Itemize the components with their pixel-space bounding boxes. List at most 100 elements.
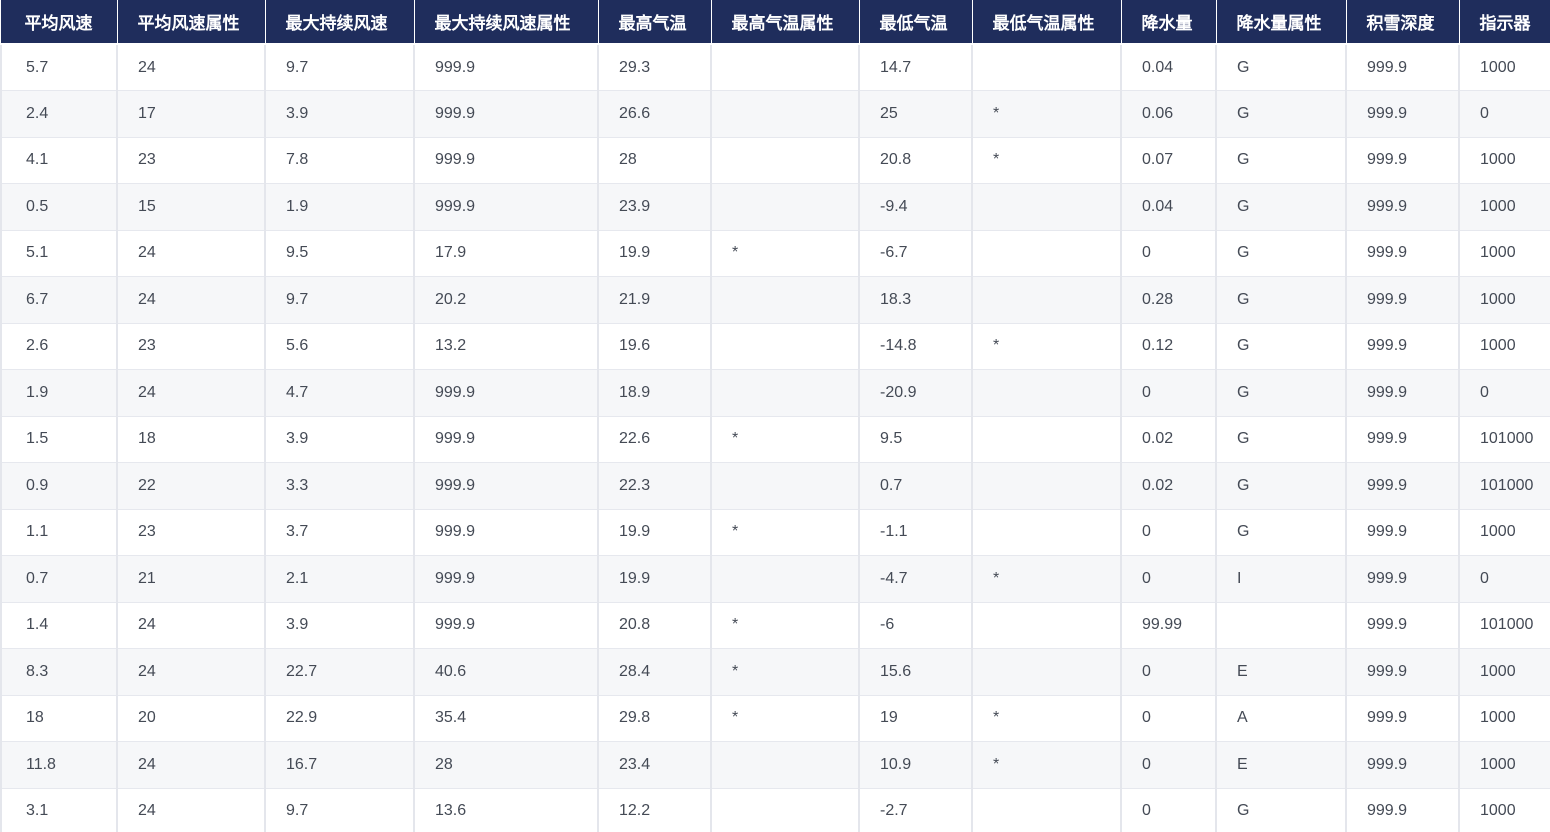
- cell-min-temp: 18.3: [859, 276, 973, 324]
- column-header-indicator[interactable]: 指示器: [1459, 0, 1550, 45]
- cell-max-sustained-wind-attr: 999.9: [414, 509, 599, 556]
- cell-min-temp-attr: [972, 648, 1122, 696]
- cell-precipitation-attr: G: [1216, 323, 1347, 370]
- header-row: 平均风速 平均风速属性 最大持续风速 最大持续风速属性 最高气温 最高气温属性 …: [0, 0, 1550, 45]
- cell-snow-depth: 999.9: [1346, 602, 1460, 649]
- column-header-max-sustained-wind[interactable]: 最大持续风速: [265, 0, 415, 45]
- cell-avg-wind-speed: 3.1: [0, 788, 118, 832]
- cell-avg-wind-speed-attr: 24: [117, 648, 266, 696]
- table-row[interactable]: 1.4 24 3.9 999.9 20.8 * -6 99.99 999.9 101000: [0, 602, 1550, 649]
- cell-min-temp-attr: [972, 509, 1122, 556]
- cell-min-temp: -6: [859, 602, 973, 649]
- table-row[interactable]: 3.1 24 9.7 13.6 12.2 -2.7 0 G 999.9 1000: [0, 788, 1550, 832]
- cell-min-temp-attr: [972, 416, 1122, 463]
- cell-snow-depth: 999.9: [1346, 555, 1460, 603]
- cell-max-temp: 22.6: [598, 416, 712, 463]
- cell-max-sustained-wind: 16.7: [265, 741, 415, 789]
- table-row[interactable]: 4.1 23 7.8 999.9 28 20.8 * 0.07 G 999.9 1000: [0, 137, 1550, 184]
- table-row[interactable]: 2.4 17 3.9 999.9 26.6 25 * 0.06 G 999.9 0: [0, 90, 1550, 138]
- cell-min-temp: -4.7: [859, 555, 973, 603]
- cell-max-sustained-wind: 9.7: [265, 788, 415, 832]
- cell-indicator: 101000: [1459, 416, 1550, 463]
- cell-min-temp: 19: [859, 695, 973, 742]
- cell-precipitation-attr: G: [1216, 416, 1347, 463]
- column-header-min-temp-attr[interactable]: 最低气温属性: [972, 0, 1122, 45]
- cell-max-sustained-wind-attr: 28: [414, 741, 599, 789]
- cell-min-temp: 25: [859, 90, 973, 138]
- cell-max-sustained-wind-attr: 999.9: [414, 416, 599, 463]
- table-row[interactable]: 1.9 24 4.7 999.9 18.9 -20.9 0 G 999.9 0: [0, 369, 1550, 417]
- cell-min-temp-attr: [972, 44, 1122, 91]
- cell-max-sustained-wind: 22.7: [265, 648, 415, 696]
- cell-avg-wind-speed-attr: 24: [117, 44, 266, 91]
- table-row[interactable]: 0.9 22 3.3 999.9 22.3 0.7 0.02 G 999.9 101000: [0, 462, 1550, 510]
- column-header-max-sustained-wind-attr[interactable]: 最大持续风速属性: [414, 0, 599, 45]
- column-header-precipitation-attr[interactable]: 降水量属性: [1216, 0, 1347, 45]
- column-header-max-temp-attr[interactable]: 最高气温属性: [711, 0, 860, 45]
- column-header-min-temp[interactable]: 最低气温: [859, 0, 973, 45]
- table-row[interactable]: 5.1 24 9.5 17.9 19.9 * -6.7 0 G 999.9 1000: [0, 230, 1550, 277]
- cell-precipitation-attr: E: [1216, 648, 1347, 696]
- cell-max-temp-attr: [711, 323, 860, 370]
- table-row[interactable]: 5.7 24 9.7 999.9 29.3 14.7 0.04 G 999.9 1000: [0, 44, 1550, 91]
- cell-min-temp: -20.9: [859, 369, 973, 417]
- cell-max-sustained-wind-attr: 999.9: [414, 44, 599, 91]
- table-row[interactable]: 18 20 22.9 35.4 29.8 * 19 * 0 A 999.9 1000: [0, 695, 1550, 742]
- cell-avg-wind-speed: 1.5: [0, 416, 118, 463]
- cell-indicator: 0: [1459, 369, 1550, 417]
- cell-max-temp-attr: [711, 462, 860, 510]
- cell-max-sustained-wind-attr: 35.4: [414, 695, 599, 742]
- table-row[interactable]: 1.5 18 3.9 999.9 22.6 * 9.5 0.02 G 999.9 101000: [0, 416, 1550, 463]
- cell-avg-wind-speed: 8.3: [0, 648, 118, 696]
- cell-max-temp: 29.3: [598, 44, 712, 91]
- cell-indicator: 0: [1459, 90, 1550, 138]
- cell-precipitation: 0: [1121, 788, 1217, 832]
- cell-min-temp: 9.5: [859, 416, 973, 463]
- cell-max-sustained-wind-attr: 999.9: [414, 90, 599, 138]
- table-row[interactable]: 11.8 24 16.7 28 23.4 10.9 * 0 E 999.9 1000: [0, 741, 1550, 789]
- cell-avg-wind-speed-attr: 24: [117, 369, 266, 417]
- table-row[interactable]: 8.3 24 22.7 40.6 28.4 * 15.6 0 E 999.9 1000: [0, 648, 1550, 696]
- column-header-snow-depth[interactable]: 积雪深度: [1346, 0, 1460, 45]
- cell-min-temp: 15.6: [859, 648, 973, 696]
- column-header-avg-wind-speed[interactable]: 平均风速: [0, 0, 118, 45]
- table-row[interactable]: 2.6 23 5.6 13.2 19.6 -14.8 * 0.12 G 999.9 1000: [0, 323, 1550, 370]
- cell-precipitation-attr: G: [1216, 788, 1347, 832]
- cell-snow-depth: 999.9: [1346, 137, 1460, 184]
- cell-precipitation-attr: G: [1216, 44, 1347, 91]
- column-header-avg-wind-speed-attr[interactable]: 平均风速属性: [117, 0, 266, 45]
- cell-avg-wind-speed: 0.5: [0, 183, 118, 231]
- cell-avg-wind-speed-attr: 24: [117, 602, 266, 649]
- column-header-precipitation[interactable]: 降水量: [1121, 0, 1217, 45]
- table-row[interactable]: 0.5 15 1.9 999.9 23.9 -9.4 0.04 G 999.9 1000: [0, 183, 1550, 231]
- cell-precipitation: 0: [1121, 741, 1217, 789]
- cell-avg-wind-speed-attr: 24: [117, 788, 266, 832]
- table-row[interactable]: 1.1 23 3.7 999.9 19.9 * -1.1 0 G 999.9 1000: [0, 509, 1550, 556]
- cell-max-temp: 28: [598, 137, 712, 184]
- cell-min-temp: -14.8: [859, 323, 973, 370]
- cell-snow-depth: 999.9: [1346, 788, 1460, 832]
- cell-max-sustained-wind-attr: 999.9: [414, 183, 599, 231]
- cell-snow-depth: 999.9: [1346, 509, 1460, 556]
- cell-indicator: 0: [1459, 555, 1550, 603]
- cell-snow-depth: 999.9: [1346, 323, 1460, 370]
- cell-max-temp-attr: *: [711, 602, 860, 649]
- cell-avg-wind-speed-attr: 24: [117, 230, 266, 277]
- cell-max-temp: 19.9: [598, 509, 712, 556]
- cell-precipitation: 0.02: [1121, 416, 1217, 463]
- cell-max-temp-attr: [711, 369, 860, 417]
- cell-indicator: 1000: [1459, 509, 1550, 556]
- cell-min-temp: -1.1: [859, 509, 973, 556]
- cell-max-temp-attr: [711, 276, 860, 324]
- cell-max-sustained-wind-attr: 20.2: [414, 276, 599, 324]
- table-row[interactable]: 0.7 21 2.1 999.9 19.9 -4.7 * 0 I 999.9 0: [0, 555, 1550, 603]
- cell-min-temp-attr: [972, 369, 1122, 417]
- cell-precipitation-attr: E: [1216, 741, 1347, 789]
- cell-precipitation: 0.04: [1121, 44, 1217, 91]
- column-header-max-temp[interactable]: 最高气温: [598, 0, 712, 45]
- cell-max-temp-attr: *: [711, 416, 860, 463]
- cell-avg-wind-speed-attr: 23: [117, 509, 266, 556]
- table-row[interactable]: 6.7 24 9.7 20.2 21.9 18.3 0.28 G 999.9 1000: [0, 276, 1550, 324]
- cell-max-sustained-wind: 3.9: [265, 90, 415, 138]
- cell-max-temp: 12.2: [598, 788, 712, 832]
